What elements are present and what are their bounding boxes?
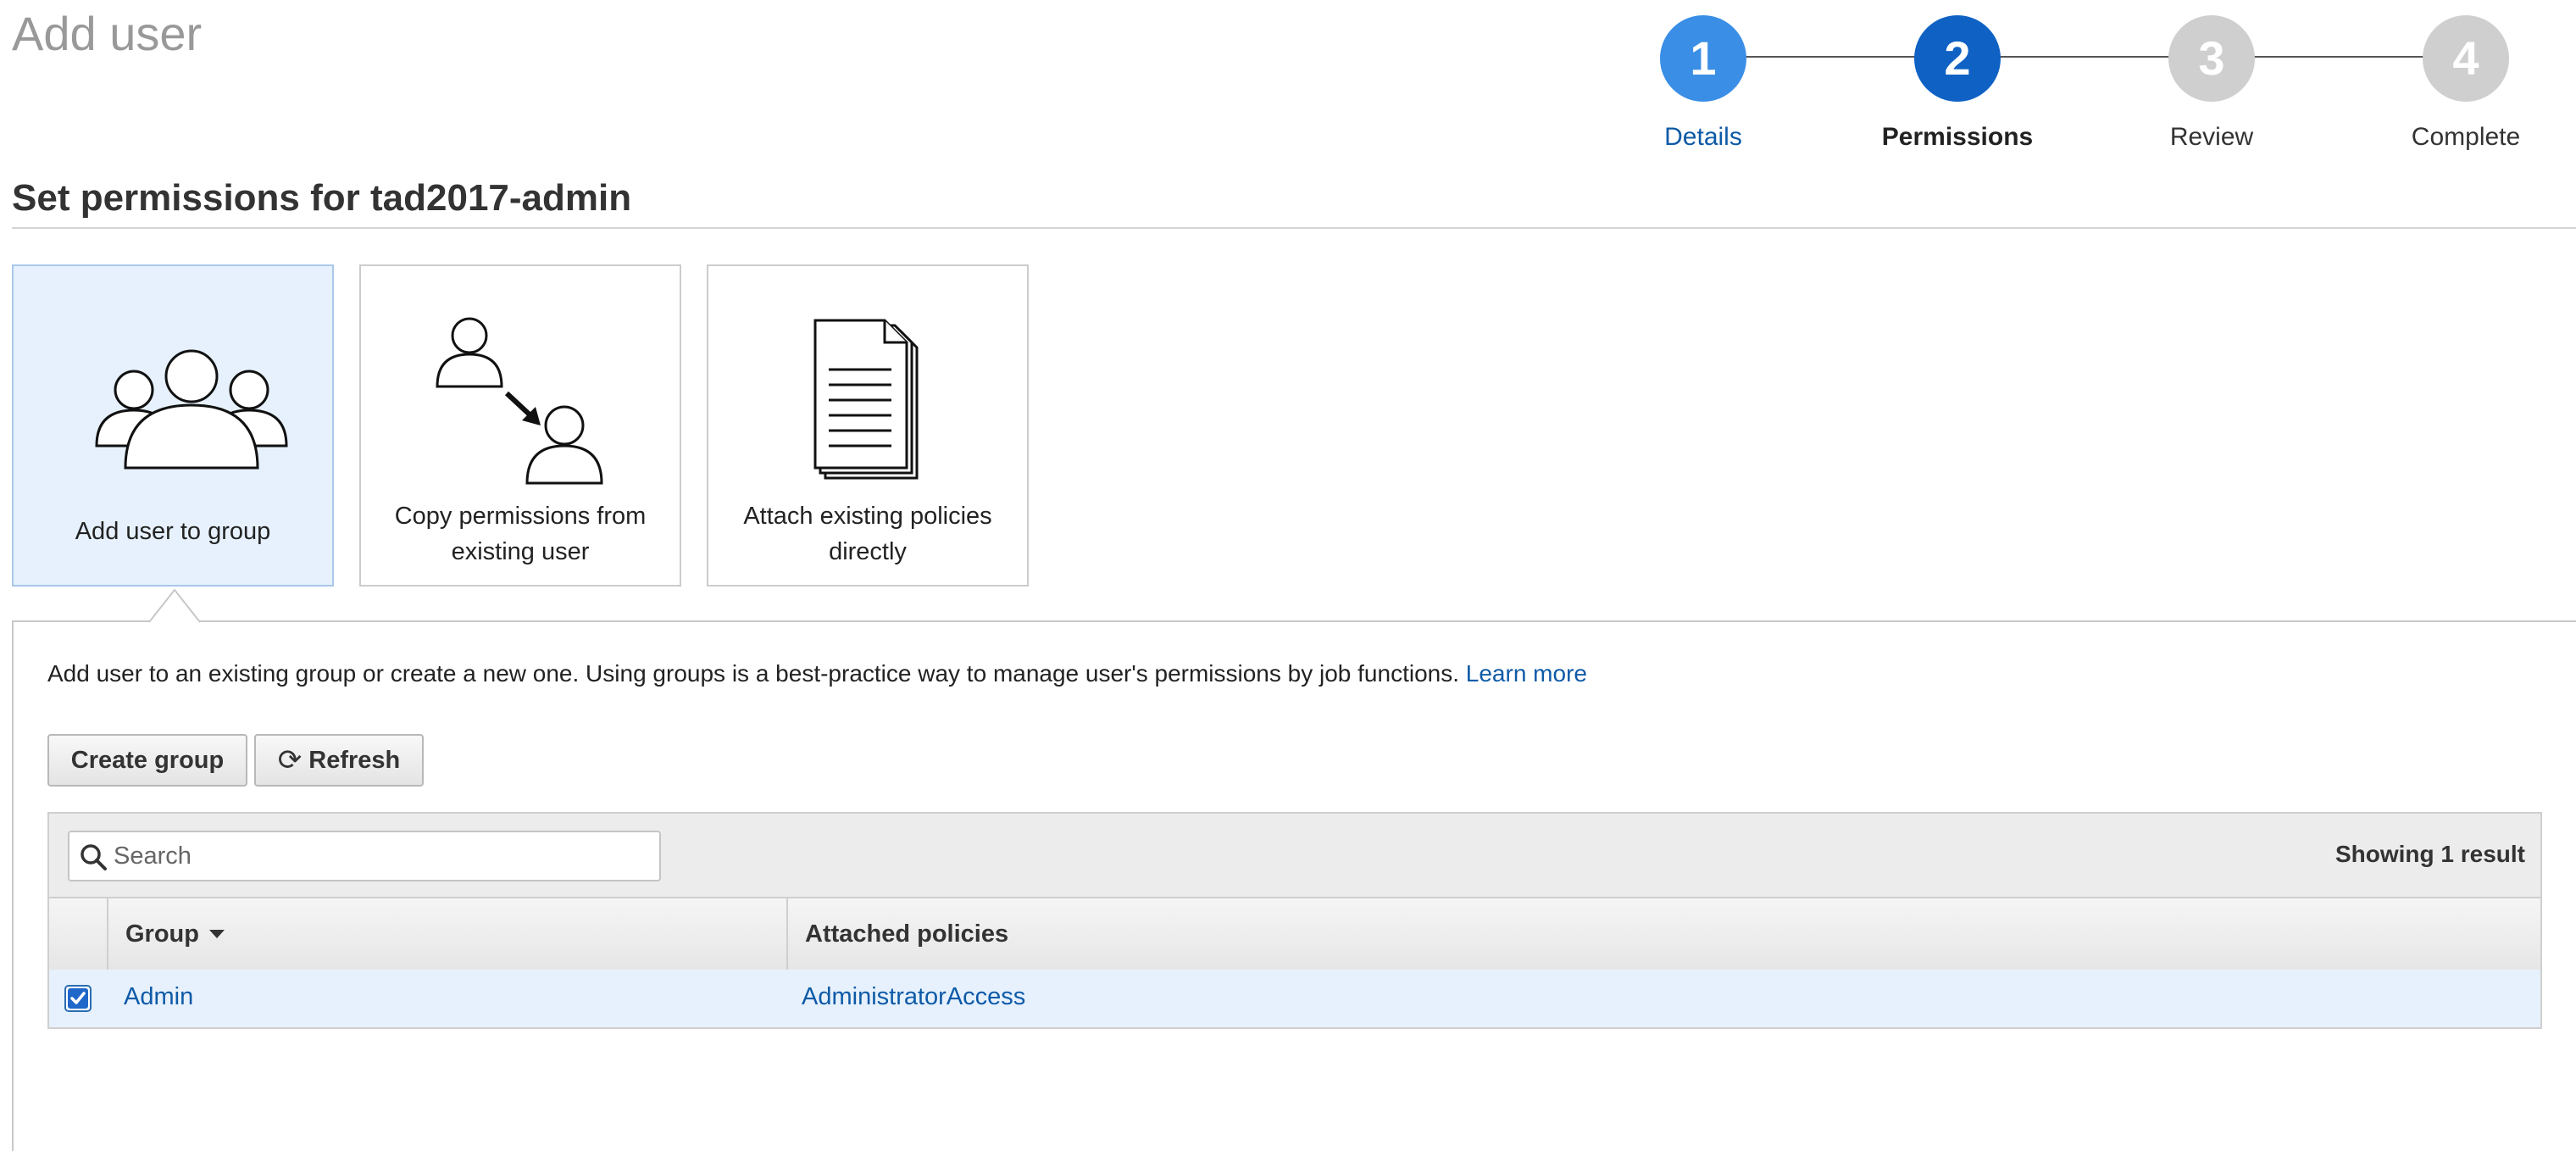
step-label-permissions: Permissions: [1881, 123, 2034, 151]
policy-link[interactable]: AdministratorAccess: [802, 970, 1025, 1027]
step-permissions: 2 Permissions: [1864, 12, 2051, 153]
page-title: Add user: [12, 7, 203, 60]
stepper-connector: [1703, 56, 2466, 58]
create-group-button[interactable]: Create group: [47, 734, 247, 787]
user-group-icon: [95, 349, 288, 470]
step-label-review: Review: [2169, 123, 2254, 151]
panel-pointer: [148, 588, 201, 623]
column-divider: [107, 898, 108, 970]
section-divider: [12, 227, 2576, 229]
step-number-3: 3: [2168, 15, 2255, 102]
table-toolbar: Showing 1 result: [47, 812, 2542, 898]
checkmark-icon: [68, 988, 88, 1009]
refresh-icon: ⟳: [277, 744, 303, 776]
option-label: Add user to group: [75, 518, 271, 545]
column-header-label: Group: [125, 920, 199, 948]
step-complete: 4 Complete: [2373, 12, 2559, 153]
option-label-line-1: Attach existing policies: [743, 503, 992, 530]
step-label-complete: Complete: [2411, 123, 2521, 151]
section-title: Set permissions for tad2017-admin: [12, 177, 632, 219]
step-number-4: 4: [2423, 15, 2509, 102]
refresh-button[interactable]: ⟳ Refresh: [254, 734, 424, 787]
copy-permissions-icon: [436, 317, 603, 485]
row-checkbox[interactable]: [64, 985, 92, 1012]
option-label: Attach existing policies directly: [725, 498, 1010, 570]
policy-document-icon: [813, 319, 919, 480]
step-number-2: 2: [1914, 15, 2001, 102]
step-details[interactable]: 1 Details: [1610, 12, 1796, 153]
option-label-line-1: Copy permissions from: [394, 503, 647, 530]
column-header-group[interactable]: Group: [125, 898, 225, 970]
option-attach-policies[interactable]: Attach existing policies directly: [707, 264, 1029, 587]
panel-description: Add user to an existing group or create …: [47, 658, 1587, 690]
option-add-user-to-group[interactable]: Add user to group: [12, 264, 334, 587]
refresh-label: Refresh: [308, 747, 401, 774]
search-box[interactable]: [68, 831, 661, 881]
option-label-line-2: existing user: [451, 538, 590, 565]
step-number-1: 1: [1660, 15, 1746, 102]
panel-border-top: [200, 620, 2576, 622]
table-row[interactable]: Admin AdministratorAccess: [47, 970, 2542, 1029]
search-input[interactable]: [114, 837, 647, 875]
step-label-details[interactable]: Details: [1610, 122, 1796, 153]
option-label-line-2: directly: [829, 538, 907, 565]
option-label: Copy permissions from existing user: [378, 498, 663, 570]
wizard-stepper: 1 Details 2 Permissions 3 Review 4 Compl…: [1610, 12, 2576, 164]
result-count: Showing 1 result: [2334, 841, 2525, 867]
search-icon: [80, 844, 107, 870]
panel-border-top: [12, 620, 149, 622]
description-text: Add user to an existing group or create …: [47, 660, 1459, 687]
panel-border-left: [12, 620, 14, 1151]
learn-more-link[interactable]: Learn more: [1466, 660, 1587, 687]
column-divider: [786, 898, 788, 970]
step-review: 3 Review: [2118, 12, 2305, 153]
add-user-page: Add user 1 Details 2 Permissions 3 Revie…: [0, 0, 2576, 1151]
option-copy-permissions[interactable]: Copy permissions from existing user: [359, 264, 681, 587]
sort-down-icon: [209, 930, 225, 938]
column-header-attached-policies: Attached policies: [805, 920, 1009, 948]
table-header: Group Attached policies: [47, 897, 2542, 971]
group-name-link[interactable]: Admin: [124, 970, 193, 1027]
